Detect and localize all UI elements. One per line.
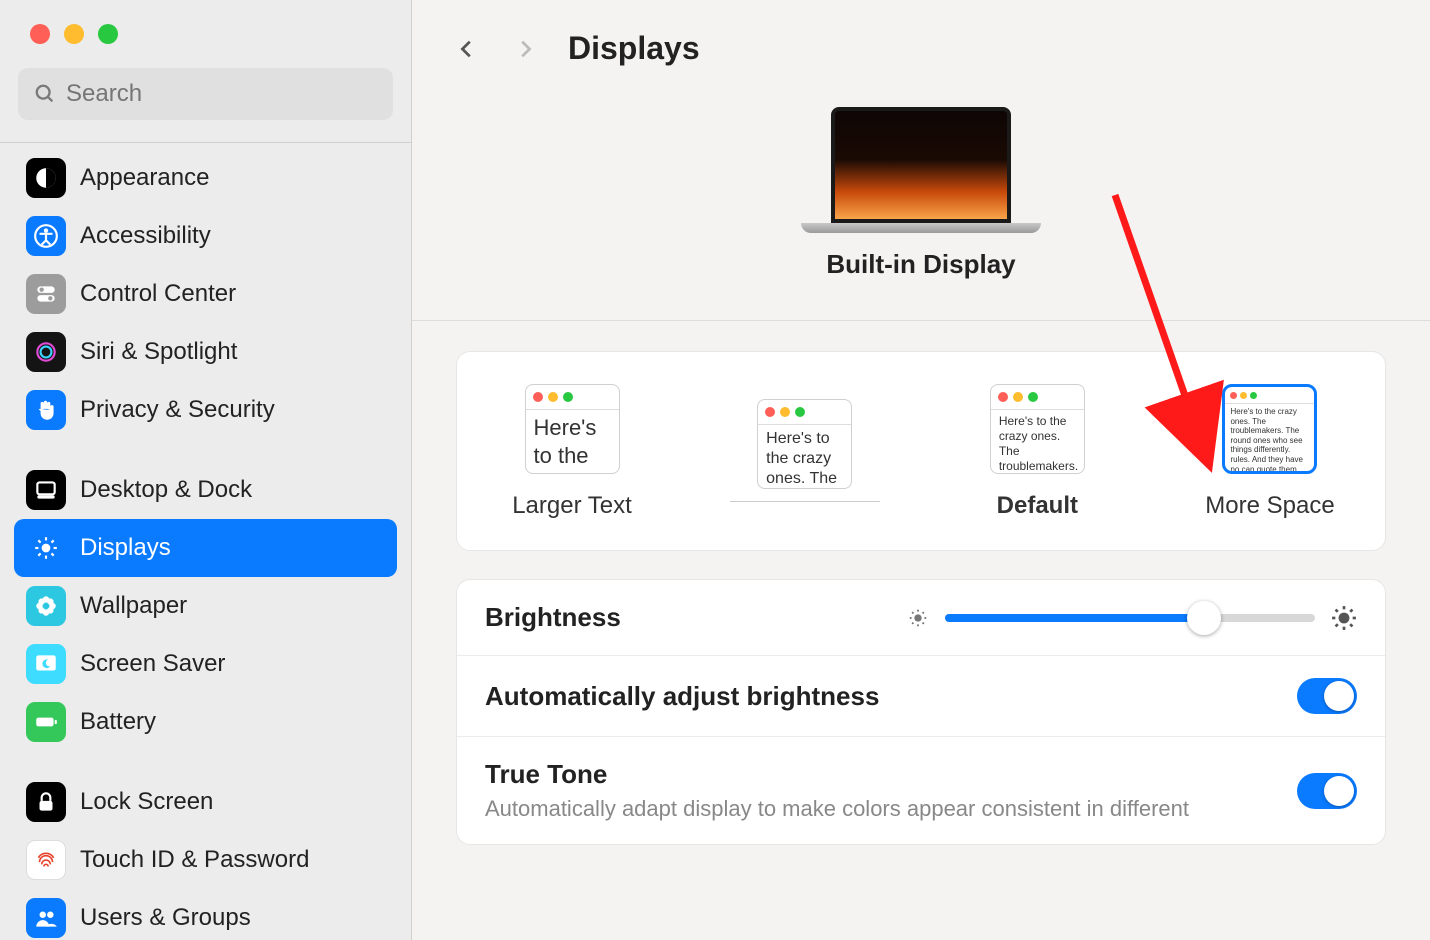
close-window-button[interactable]: [30, 24, 50, 44]
maximize-window-button[interactable]: [98, 24, 118, 44]
resolution-label: More Space: [1205, 492, 1334, 520]
resolution-thumb: Here's to the crazy ones. The troublemak…: [525, 384, 620, 474]
sun-dim-icon: [907, 607, 929, 629]
sidebar-item-label: Wallpaper: [80, 592, 187, 620]
sidebar-item-siri[interactable]: Siri & Spotlight: [14, 323, 397, 381]
true-tone-desc: Automatically adapt display to make colo…: [485, 796, 1189, 822]
display-name: Built-in Display: [826, 249, 1015, 280]
sidebar-item-screensaver[interactable]: Screen Saver: [14, 635, 397, 693]
sidebar-item-accessibility[interactable]: Accessibility: [14, 207, 397, 265]
auto-brightness-row: Automatically adjust brightness: [457, 656, 1385, 737]
resolution-option-more-space[interactable]: Here's to the crazy ones. The troublemak…: [1195, 384, 1345, 520]
sidebar-item-control-center[interactable]: Control Center: [14, 265, 397, 323]
users-icon: [26, 898, 66, 938]
sidebar-item-label: Battery: [80, 708, 156, 736]
hand-icon: [26, 390, 66, 430]
resolution-option-2[interactable]: Here's to the crazy ones. The troublemak…: [730, 399, 880, 520]
resolution-option-default[interactable]: Here's to the crazy ones. The troublemak…: [962, 384, 1112, 520]
resolution-thumb-selected: Here's to the crazy ones. The troublemak…: [1222, 384, 1317, 474]
forward-button[interactable]: [510, 34, 540, 64]
sidebar-item-label: Desktop & Dock: [80, 476, 252, 504]
sidebar-list: Appearance Accessibility Control Center …: [0, 143, 411, 940]
header: Displays: [412, 0, 1430, 87]
true-tone-label: True Tone: [485, 759, 1189, 790]
laptop-graphic: [801, 107, 1041, 233]
desktop-icon: [26, 470, 66, 510]
sidebar-item-touchid[interactable]: Touch ID & Password: [14, 831, 397, 889]
true-tone-row: True Tone Automatically adapt display to…: [457, 737, 1385, 844]
sidebar-item-label: Touch ID & Password: [80, 846, 309, 874]
page-title: Displays: [568, 30, 700, 67]
sidebar-item-label: Lock Screen: [80, 788, 213, 816]
true-tone-toggle[interactable]: [1297, 773, 1357, 809]
main-content: Displays Built-in Display Here's to the …: [412, 0, 1430, 940]
resolution-option-larger-text[interactable]: Here's to the crazy ones. The troublemak…: [497, 384, 647, 520]
sidebar-item-lockscreen[interactable]: Lock Screen: [14, 773, 397, 831]
minimize-window-button[interactable]: [64, 24, 84, 44]
control-center-icon: [26, 274, 66, 314]
sidebar-item-label: Appearance: [80, 164, 209, 192]
accessibility-icon: [26, 216, 66, 256]
brightness-row: Brightness: [457, 580, 1385, 656]
resolution-label: Larger Text: [512, 492, 632, 520]
display-preview: Built-in Display: [412, 87, 1430, 321]
sidebar-item-battery[interactable]: Battery: [14, 693, 397, 751]
auto-brightness-label: Automatically adjust brightness: [485, 681, 879, 712]
search-input[interactable]: [66, 80, 377, 108]
siri-icon: [26, 332, 66, 372]
window-controls: [0, 0, 411, 68]
fingerprint-icon: [26, 840, 66, 880]
auto-brightness-toggle[interactable]: [1297, 678, 1357, 714]
resolution-label: Default: [997, 492, 1078, 520]
appearance-icon: [26, 158, 66, 198]
sidebar-item-label: Screen Saver: [80, 650, 225, 678]
search-field[interactable]: [18, 68, 393, 120]
sidebar-item-displays[interactable]: Displays: [14, 519, 397, 577]
resolution-picker: Here's to the crazy ones. The troublemak…: [456, 351, 1386, 551]
sidebar-item-label: Privacy & Security: [80, 396, 275, 424]
resolution-thumb: Here's to the crazy ones. The troublemak…: [990, 384, 1085, 474]
sidebar-item-label: Displays: [80, 534, 171, 562]
back-button[interactable]: [452, 34, 482, 64]
sidebar-item-users[interactable]: Users & Groups: [14, 889, 397, 940]
lock-icon: [26, 782, 66, 822]
sidebar-item-label: Users & Groups: [80, 904, 251, 932]
sidebar-item-wallpaper[interactable]: Wallpaper: [14, 577, 397, 635]
resolution-thumb: Here's to the crazy ones. The troublemak…: [757, 399, 852, 489]
moon-icon: [26, 644, 66, 684]
sun-icon: [26, 528, 66, 568]
brightness-slider[interactable]: [621, 605, 1357, 631]
sidebar-item-privacy[interactable]: Privacy & Security: [14, 381, 397, 439]
flower-icon: [26, 586, 66, 626]
brightness-label: Brightness: [485, 602, 621, 633]
sidebar: Appearance Accessibility Control Center …: [0, 0, 412, 940]
sidebar-item-appearance[interactable]: Appearance: [14, 149, 397, 207]
sun-bright-icon: [1331, 605, 1357, 631]
search-icon: [34, 83, 56, 105]
sidebar-item-label: Control Center: [80, 280, 236, 308]
battery-icon: [26, 702, 66, 742]
display-settings: Brightness Automatically adjust brightne…: [456, 579, 1386, 845]
sidebar-item-label: Accessibility: [80, 222, 211, 250]
sidebar-item-label: Siri & Spotlight: [80, 338, 237, 366]
sidebar-item-desktop[interactable]: Desktop & Dock: [14, 461, 397, 519]
